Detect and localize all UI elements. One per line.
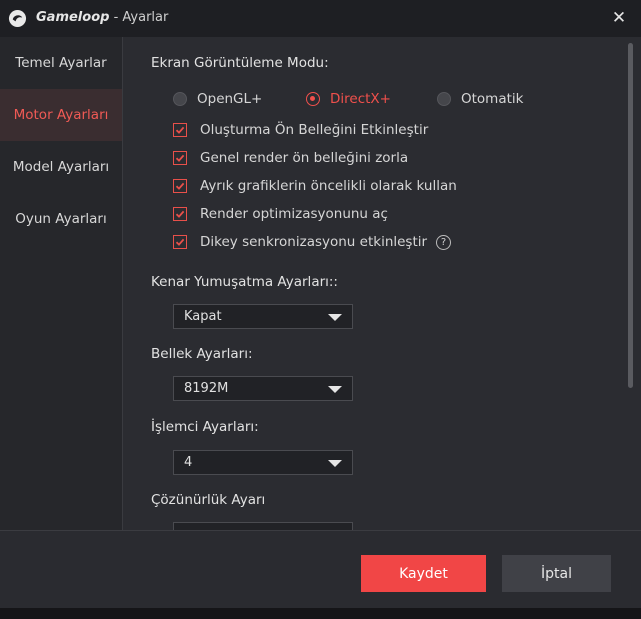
title-bar: Gameloop - Ayarlar ✕ bbox=[0, 0, 641, 37]
checkbox-label: Render optimizasyonunu aç bbox=[200, 206, 388, 222]
sidebar-item-basic-settings[interactable]: Temel Ayarlar bbox=[0, 37, 122, 89]
antialias-label: Kenar Yumuşatma Ayarları:: bbox=[151, 274, 338, 290]
memory-select[interactable]: 8192M bbox=[173, 376, 353, 401]
close-icon[interactable]: ✕ bbox=[611, 8, 627, 28]
checkbox[interactable] bbox=[173, 207, 187, 221]
checkbox[interactable] bbox=[173, 179, 187, 193]
radio-label: DirectX+ bbox=[330, 91, 391, 107]
checkbox-label: Dikey senkronizasyonu etkinleştir bbox=[200, 234, 428, 250]
save-button[interactable]: Kaydet bbox=[361, 555, 486, 592]
settings-sidebar: Temel Ayarlar Motor Ayarları Model Ayarl… bbox=[0, 37, 123, 530]
select-value: 4 bbox=[184, 455, 193, 470]
checkmark-icon bbox=[175, 238, 185, 246]
checkbox[interactable] bbox=[173, 151, 187, 165]
checkbox-render-cache[interactable]: Oluşturma Ön Belleğini Etkinleştir bbox=[173, 120, 428, 140]
checkmark-icon bbox=[175, 210, 185, 218]
checkbox-vsync[interactable]: Dikey senkronizasyonu etkinleştir ? bbox=[173, 232, 452, 252]
dialog-footer: Kaydet İptal bbox=[0, 530, 641, 609]
memory-label: Bellek Ayarları: bbox=[151, 346, 253, 362]
checkbox-label: Ayrık grafiklerin öncelikli olarak kulla… bbox=[200, 178, 457, 194]
radio-button[interactable] bbox=[173, 92, 187, 106]
sidebar-item-engine-settings[interactable]: Motor Ayarları bbox=[0, 89, 122, 141]
checkmark-icon bbox=[175, 126, 185, 134]
content-scrollbar[interactable] bbox=[628, 43, 633, 388]
cancel-button[interactable]: İptal bbox=[502, 555, 611, 592]
checkbox[interactable] bbox=[173, 235, 187, 249]
select-value: 8192M bbox=[184, 381, 229, 396]
sidebar-item-game-settings[interactable]: Oyun Ayarları bbox=[0, 193, 122, 245]
radio-directx[interactable]: DirectX+ bbox=[306, 91, 391, 107]
background-strip bbox=[0, 608, 641, 619]
select-value: Kapat bbox=[184, 309, 222, 324]
radio-opengl[interactable]: OpenGL+ bbox=[173, 91, 262, 107]
antialias-select[interactable]: Kapat bbox=[173, 304, 353, 329]
cpu-select[interactable]: 4 bbox=[173, 450, 353, 475]
chevron-down-icon bbox=[328, 460, 342, 467]
display-mode-label: Ekran Görüntüleme Modu: bbox=[151, 55, 329, 71]
engine-settings-panel: Ekran Görüntüleme Modu: OpenGL+ DirectX+… bbox=[123, 37, 641, 530]
radio-label: Otomatik bbox=[461, 91, 524, 107]
checkbox-force-render-cache[interactable]: Genel render ön belleğini zorla bbox=[173, 148, 408, 168]
radio-label: OpenGL+ bbox=[197, 91, 263, 107]
gameloop-logo-icon bbox=[8, 9, 27, 28]
radio-automatic[interactable]: Otomatik bbox=[437, 91, 523, 107]
window-title: Gameloop - Ayarlar bbox=[36, 10, 169, 25]
radio-button-selected[interactable] bbox=[306, 92, 320, 106]
help-icon[interactable]: ? bbox=[436, 234, 452, 250]
chevron-down-icon bbox=[328, 314, 342, 321]
checkmark-icon bbox=[175, 182, 185, 190]
checkbox-render-optimization[interactable]: Render optimizasyonunu aç bbox=[173, 204, 388, 224]
cpu-label: İşlemci Ayarları: bbox=[151, 419, 259, 435]
radio-button[interactable] bbox=[437, 92, 451, 106]
checkbox[interactable] bbox=[173, 123, 187, 137]
settings-window: Gameloop - Ayarlar ✕ Temel Ayarlar Motor… bbox=[0, 0, 641, 619]
chevron-down-icon bbox=[328, 386, 342, 393]
checkbox-label: Oluşturma Ön Belleğini Etkinleştir bbox=[200, 122, 429, 138]
resolution-label: Çözünürlük Ayarı bbox=[151, 492, 266, 508]
checkbox-label: Genel render ön belleğini zorla bbox=[200, 150, 409, 166]
checkbox-discrete-graphics[interactable]: Ayrık grafiklerin öncelikli olarak kulla… bbox=[173, 176, 457, 196]
checkmark-icon bbox=[175, 154, 185, 162]
sidebar-item-model-settings[interactable]: Model Ayarları bbox=[0, 141, 122, 193]
resolution-select[interactable] bbox=[173, 522, 353, 530]
